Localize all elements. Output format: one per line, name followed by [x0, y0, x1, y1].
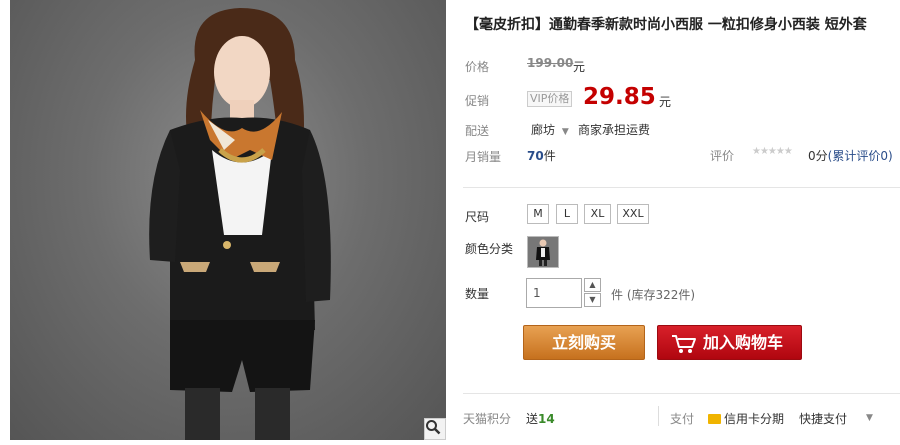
- size-label: 尺码: [465, 210, 490, 224]
- monthly-sales-label: 月销量: [465, 150, 502, 164]
- add-to-cart-button[interactable]: 加入购物车: [657, 325, 802, 360]
- sale-price: 29.85: [583, 84, 656, 110]
- credit-card-icon: [708, 414, 721, 424]
- vip-price-tag: VIP价格: [527, 91, 573, 107]
- points-text: 送: [526, 412, 539, 426]
- quantity-input[interactable]: [526, 278, 582, 308]
- quantity-label: 数量: [465, 287, 490, 301]
- quantity-decrease-icon[interactable]: ▼: [584, 293, 601, 307]
- model-illustration: [149, 8, 331, 440]
- original-price-unit: 元: [573, 60, 586, 74]
- color-option-black[interactable]: [527, 236, 559, 268]
- chevron-down-icon: ▼: [561, 127, 569, 137]
- shipping-city-select[interactable]: 廊坊 ▼: [531, 121, 569, 138]
- zoom-icon[interactable]: [424, 418, 446, 440]
- original-price-value: 199.00: [527, 56, 574, 70]
- credit-card-option[interactable]: 信用卡分期: [708, 410, 784, 427]
- monthly-sales-count: 70: [527, 149, 544, 163]
- promo-label: 促销: [465, 94, 490, 108]
- buy-now-button[interactable]: 立刻购买: [523, 325, 645, 360]
- quantity-increase-icon[interactable]: ▲: [584, 278, 601, 292]
- color-label: 颜色分类: [465, 242, 514, 256]
- original-price: 199.00: [527, 56, 573, 70]
- quantity-unit: 件: [611, 288, 624, 302]
- magnifier-glyph: [426, 420, 441, 435]
- monthly-sales: 70件: [527, 147, 556, 164]
- cart-icon: [672, 335, 696, 353]
- section-divider-bottom: [463, 393, 900, 394]
- add-to-cart-label: 加入购物车: [703, 333, 784, 352]
- sale-price-unit: 元: [659, 95, 672, 109]
- shipping-note: 商家承担运费: [578, 123, 651, 137]
- points-info: 送14: [526, 410, 555, 427]
- rating-value[interactable]: 0分(累计评价0): [808, 147, 893, 164]
- rating-label: 评价: [710, 149, 735, 163]
- price-label: 价格: [465, 60, 490, 74]
- quick-pay-option[interactable]: 快捷支付: [799, 410, 847, 427]
- section-divider: [463, 187, 900, 188]
- monthly-sales-unit: 件: [543, 149, 556, 163]
- credit-card-label: 信用卡分期: [724, 412, 785, 426]
- stock-count: (库存322件): [626, 288, 696, 302]
- chevron-down-icon[interactable]: ▼: [866, 413, 873, 423]
- rating-score: 0分: [808, 149, 828, 163]
- size-option-l[interactable]: L: [556, 204, 578, 224]
- points-label: 天猫积分: [463, 412, 512, 426]
- size-option-xxl[interactable]: XXL: [617, 204, 649, 224]
- star-rating-icon: ★★★★★: [752, 146, 793, 157]
- color-thumbnail: [536, 239, 550, 266]
- product-title: 【毫皮折扣】通勤春季新款时尚小西服 一粒扣修身小西装 短外套: [465, 17, 867, 33]
- pay-label: 支付: [670, 412, 695, 426]
- rating-count[interactable]: (累计评价0): [828, 149, 893, 163]
- size-option-m[interactable]: M: [527, 204, 549, 224]
- shipping-label: 配送: [465, 124, 490, 138]
- shipping-city: 廊坊: [531, 123, 556, 137]
- size-option-xl[interactable]: XL: [584, 204, 611, 224]
- bottom-divider: [658, 406, 659, 426]
- product-image[interactable]: [10, 0, 446, 440]
- stock-info: 件 (库存322件): [611, 286, 695, 303]
- points-value: 14: [538, 412, 555, 426]
- product-page: 【毫皮折扣】通勤春季新款时尚小西服 一粒扣修身小西装 短外套 价格 199.00…: [0, 0, 900, 445]
